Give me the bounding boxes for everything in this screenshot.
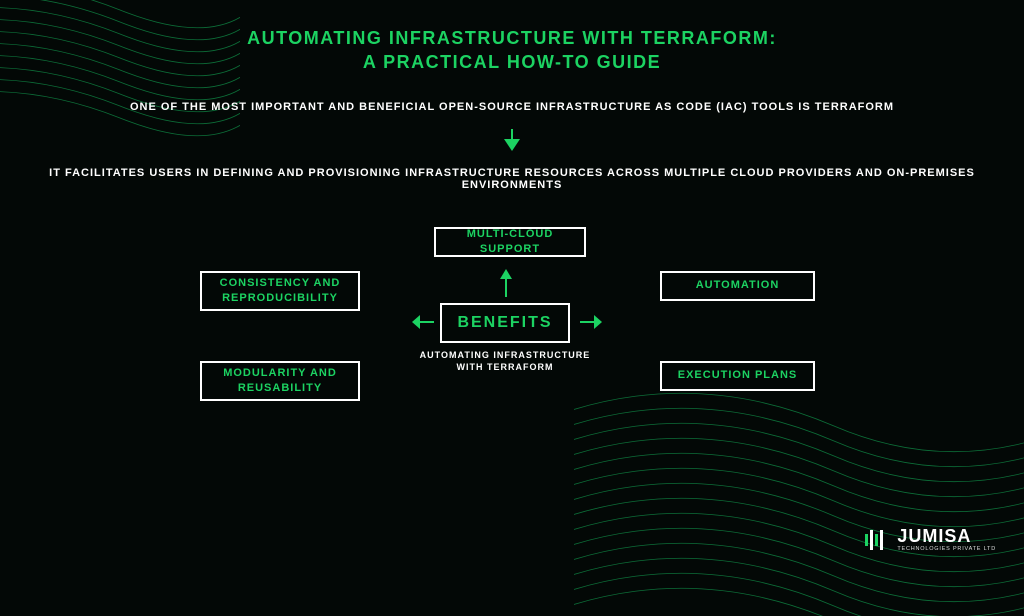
center-label: BENEFITS: [457, 314, 552, 332]
benefit-multi-cloud: MULTI-CLOUD SUPPORT: [434, 227, 586, 257]
benefit-consistency: CONSISTENCY AND REPRODUCIBILITY: [200, 271, 360, 311]
title-line-1: AUTOMATING INFRASTRUCTURE WITH TERRAFORM…: [247, 28, 777, 48]
detail-text: IT FACILITATES USERS IN DEFINING AND PRO…: [0, 167, 1024, 191]
benefits-diagram: MULTI-CLOUD SUPPORT CONSISTENCY AND REPR…: [0, 221, 1024, 521]
benefit-label: EXECUTION PLANS: [678, 368, 798, 382]
arrow-left-icon: [412, 314, 434, 330]
brand-tagline: TECHNOLOGIES PRIVATE LTD: [897, 547, 996, 553]
arrow-right-icon: [580, 314, 602, 330]
benefit-automation: AUTOMATION: [660, 271, 815, 301]
benefit-execution-plans: EXECUTION PLANS: [660, 361, 815, 391]
benefit-label: AUTOMATION: [696, 278, 780, 292]
center-caption: AUTOMATING INFRASTRUCTURE WITH TERRAFORM: [410, 349, 600, 374]
intro-text: ONE OF THE MOST IMPORTANT AND BENEFICIAL…: [0, 101, 1024, 113]
benefit-label: MODULARITY AND REUSABILITY: [216, 366, 344, 395]
benefit-label: CONSISTENCY AND REPRODUCIBILITY: [216, 276, 344, 305]
benefit-label: MULTI-CLOUD SUPPORT: [450, 227, 570, 256]
brand-name: JUMISA: [897, 527, 996, 545]
brand-logo: JUMISA TECHNOLOGIES PRIVATE LTD: [861, 526, 996, 554]
center-benefits-box: BENEFITS: [440, 303, 570, 343]
title-line-2: A PRACTICAL HOW-TO GUIDE: [363, 52, 661, 72]
arrow-down-icon: [0, 127, 1024, 153]
page-title: AUTOMATING INFRASTRUCTURE WITH TERRAFORM…: [0, 26, 1024, 75]
arrow-up-icon: [499, 269, 513, 297]
benefit-modularity: MODULARITY AND REUSABILITY: [200, 361, 360, 401]
logo-mark-icon: [861, 526, 889, 554]
